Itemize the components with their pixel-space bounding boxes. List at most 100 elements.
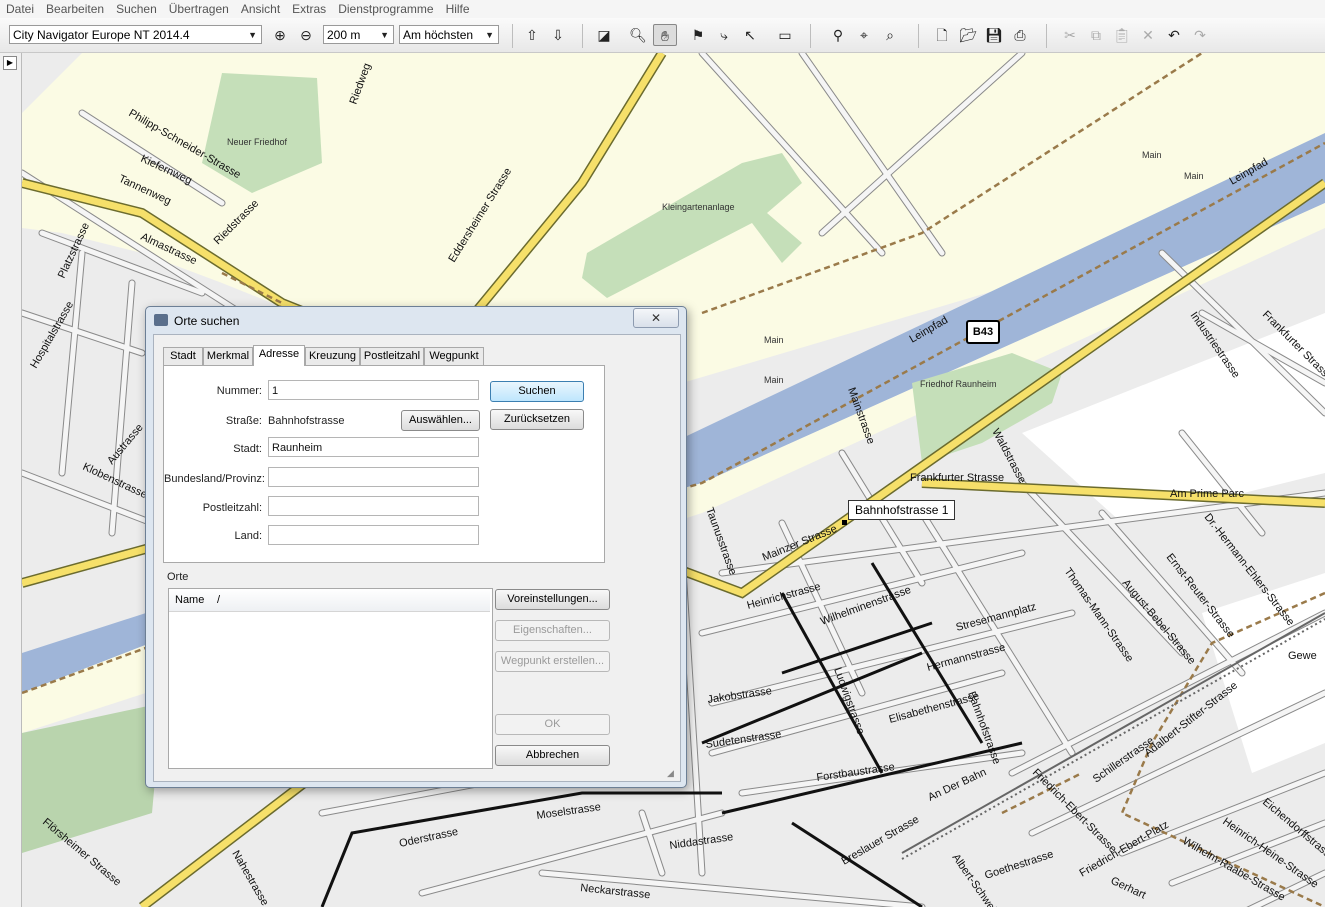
zuruecksetzen-button[interactable]: Zurücksetzen [490,409,584,430]
tab-stadt[interactable]: Stadt [163,347,203,365]
toolbar: City Navigator Europe NT 2014.4 ▼ ⊕ ⊖ 200… [0,18,1325,53]
save-icon[interactable]: 💾︎ [982,24,1006,46]
orte-label: Orte [167,571,189,583]
redo-icon[interactable]: ↷ [1188,24,1212,46]
bundesland-field[interactable] [268,467,479,487]
map-label: Oderstrasse [398,826,459,850]
map-label: Frankfurter Strasse [910,472,1004,484]
abbrechen-button[interactable]: Abbrechen [495,745,610,766]
tab-postleitzahl[interactable]: Postleitzahl [360,347,424,365]
map-label: Neuer Friedhof [227,137,288,147]
menu-bar: Datei Bearbeiten Suchen Übertragen Ansicht Ex… [0,0,1325,19]
toolbar-separator [1046,24,1047,48]
road-shield-b43: B43 [966,320,1000,344]
map-product-select[interactable]: City Navigator Europe NT 2014.4 ▼ [9,25,262,44]
zoom-tool-icon[interactable]: 🔍︎ [626,24,650,46]
address-marker-icon[interactable] [842,520,847,525]
close-icon[interactable]: ✕ [633,308,679,328]
map-label: Nahestrasse [229,849,270,907]
stadt-label: Stadt: [233,443,262,455]
map-label: Friedhof Raunheim [920,379,997,389]
find-places-icon[interactable]: ⚲ [826,24,850,46]
print-icon[interactable]: ⎙ [1008,24,1032,46]
map-label: Moselstrasse [536,801,602,822]
orte-list[interactable]: Name / [168,588,493,769]
delete-icon[interactable]: ✕ [1136,24,1160,46]
tab-wegpunkt[interactable]: Wegpunkt [424,347,484,365]
menu-hilfe[interactable]: Hilfe [440,0,476,16]
resize-grip-icon[interactable]: ◢ [667,768,677,778]
tab-merkmal[interactable]: Merkmal [203,347,253,365]
menu-datei[interactable]: Datei [0,0,40,16]
menu-uebertragen[interactable]: Übertragen [163,0,235,16]
menu-bearbeiten[interactable]: Bearbeiten [40,0,110,16]
nummer-label: Nummer: [216,385,262,397]
tab-adresse[interactable]: Adresse [253,345,305,366]
wegpunkt-erstellen-button[interactable]: Wegpunkt erstellen... [495,651,610,672]
map-label: An Der Bahn [926,766,988,803]
send-to-device-icon[interactable]: ⇩ [546,24,570,46]
map-label: Taunusstrasse [703,506,739,577]
address-callout[interactable]: Bahnhofstrasse 1 [848,500,956,520]
ok-button[interactable]: OK [495,714,610,735]
cut-icon[interactable]: ✂ [1058,24,1082,46]
zoom-scale-select[interactable]: 200 m ▼ [323,25,394,44]
find-address-icon[interactable]: ⌕ [878,24,902,46]
detail-level-select[interactable]: Am höchsten ▼ [399,25,499,44]
menu-extras[interactable]: Extras [286,0,332,16]
menu-dienstprogramme[interactable]: Dienstprogramme [332,0,439,16]
strasse-label: Straße: [225,415,262,427]
map-label: Jakobstrasse [707,685,773,706]
detail-level-value: Am höchsten [403,28,474,42]
map-label: Breslauer Strasse [840,813,922,867]
stadt-field[interactable]: Raunheim [268,437,479,457]
map-label: Gerhart [1109,875,1148,902]
find-places-dialog: Orte suchen ✕ Stadt Merkmal Adresse Kreu… [145,306,687,788]
map-label: Main [1142,150,1162,160]
new-file-icon[interactable]: 🗋︎ [930,24,954,46]
map-label: Austrasse [105,422,146,467]
open-folder-icon[interactable]: 📂︎ [956,24,980,46]
sort-indicator-icon: / [217,594,221,606]
receive-from-device-icon[interactable]: ⇧ [520,24,544,46]
zoom-scale-value: 200 m [327,28,361,42]
dialog-titlebar[interactable]: Orte suchen ✕ [146,307,686,333]
chevron-down-icon: ▼ [248,30,257,40]
map-label: Goethestrasse [983,848,1055,882]
toolbar-separator [512,24,513,48]
measure-tool-icon[interactable]: ▭ [773,24,797,46]
dialog-client: Stadt Merkmal Adresse Kreuzung Postleitz… [153,334,681,782]
find-nearby-icon[interactable]: ⌖ [852,24,876,46]
nummer-field[interactable]: 1 [268,380,479,400]
postleitzahl-field[interactable] [268,496,479,516]
voreinstellungen-button[interactable]: Voreinstellungen... [495,589,610,610]
waypoint-tool-icon[interactable]: ⚑ [686,24,710,46]
map-label: Main [764,375,784,385]
map-label: Albert-Schweitzer [950,852,1009,907]
chevron-down-icon: ▼ [485,30,494,40]
toolbar-separator [918,24,919,48]
zoom-out-icon[interactable]: ⊖ [294,24,318,46]
expand-panel-icon[interactable]: ▶ [3,56,17,70]
copy-icon[interactable]: ⧉ [1084,24,1108,46]
chevron-down-icon: ▼ [380,30,389,40]
pointer-tool-icon[interactable]: ↖ [738,24,762,46]
land-field[interactable] [268,525,479,545]
undo-icon[interactable]: ↶ [1162,24,1186,46]
map-label: Am Prime Parc [1170,488,1244,500]
postleitzahl-label: Postleitzahl: [202,502,262,514]
eigenschaften-button[interactable]: Eigenschaften... [495,620,610,641]
route-tool-icon[interactable]: ⤷ [712,24,736,46]
map-label: Adalbert-Stifter-Strasse [1142,680,1239,760]
auswaehlen-button[interactable]: Auswählen... [401,410,480,431]
zoom-in-icon[interactable]: ⊕ [268,24,292,46]
paste-icon[interactable]: 📋︎ [1110,24,1134,46]
suchen-button[interactable]: Suchen [490,381,584,402]
name-column-header[interactable]: Name [175,594,204,606]
tab-kreuzung[interactable]: Kreuzung [305,347,360,365]
hand-tool-icon[interactable]: ✋︎ [653,24,677,46]
selection-tool-icon[interactable]: ◪ [592,24,616,46]
list-header[interactable]: Name / [169,589,490,612]
menu-suchen[interactable]: Suchen [110,0,163,16]
menu-ansicht[interactable]: Ansicht [235,0,286,16]
